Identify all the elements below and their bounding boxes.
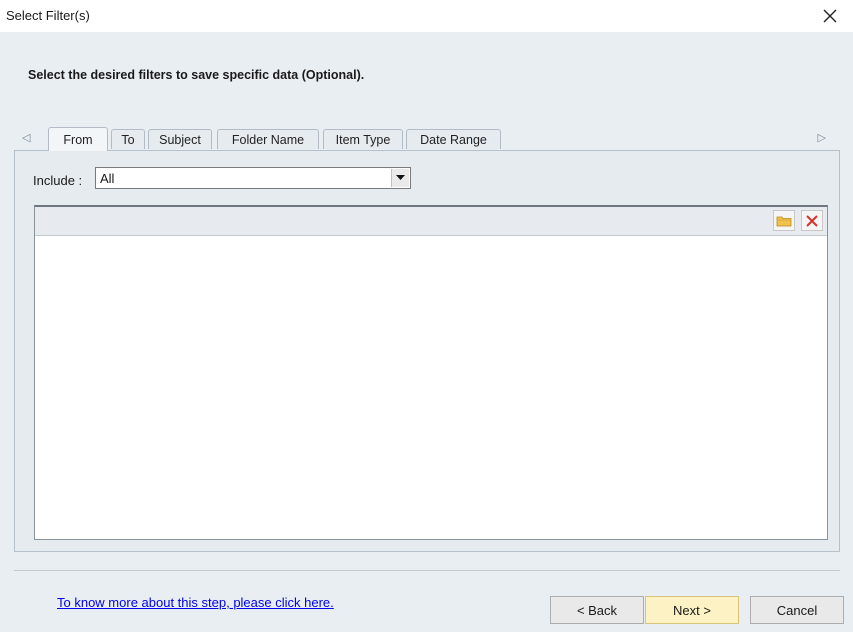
folder-open-icon xyxy=(776,216,792,226)
tab-scroll-left-icon[interactable]: ◁ xyxy=(22,131,30,144)
filter-list[interactable] xyxy=(34,205,828,540)
tab-strip: ◁ From To Subject Folder Name Item Type … xyxy=(14,127,840,151)
include-dropdown-value: All xyxy=(100,171,115,186)
close-icon xyxy=(823,9,837,23)
dialog-content: Select the desired filters to save speci… xyxy=(0,32,853,632)
tab-date-range[interactable]: Date Range xyxy=(406,129,501,149)
back-button[interactable]: < Back xyxy=(550,596,644,624)
delete-button[interactable] xyxy=(801,210,823,231)
footer-divider xyxy=(14,570,840,571)
close-button[interactable] xyxy=(807,0,853,32)
tab-scroll-right-icon[interactable]: ▷ xyxy=(818,131,826,144)
tab-to[interactable]: To xyxy=(111,129,145,149)
filter-list-header xyxy=(35,207,827,236)
delete-x-icon xyxy=(806,214,818,227)
window-title: Select Filter(s) xyxy=(6,8,90,23)
add-folder-button[interactable] xyxy=(773,210,795,231)
help-link[interactable]: To know more about this step, please cli… xyxy=(57,595,334,610)
tab-folder-name[interactable]: Folder Name xyxy=(217,129,319,149)
tab-from[interactable]: From xyxy=(48,127,108,151)
next-button[interactable]: Next > xyxy=(645,596,739,624)
title-bar: Select Filter(s) xyxy=(0,0,853,32)
cancel-button[interactable]: Cancel xyxy=(750,596,844,624)
include-label: Include : xyxy=(33,173,83,188)
filter-panel: Include : All xyxy=(14,150,840,552)
dropdown-arrow-icon[interactable] xyxy=(391,169,409,187)
tab-item-type[interactable]: Item Type xyxy=(323,129,403,149)
instruction-text: Select the desired filters to save speci… xyxy=(28,68,365,82)
chevron-down-icon xyxy=(396,175,405,180)
include-dropdown[interactable]: All xyxy=(95,167,411,189)
tab-subject[interactable]: Subject xyxy=(148,129,212,149)
